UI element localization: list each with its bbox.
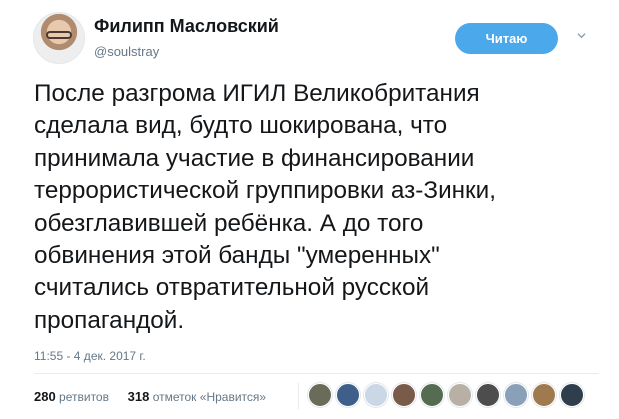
stats-divider [298, 383, 299, 409]
chevron-down-icon[interactable] [577, 31, 586, 40]
liker-avatar[interactable] [364, 383, 388, 407]
liker-avatar[interactable] [476, 383, 500, 407]
divider [34, 373, 599, 374]
tweet-text: После разгрома ИГИЛ Великобритания сдела… [34, 80, 497, 334]
liker-avatar[interactable] [560, 383, 584, 407]
author-handle[interactable]: @soulstray [94, 44, 159, 59]
liker-avatar[interactable] [420, 383, 444, 407]
liker-avatar[interactable] [392, 383, 416, 407]
liker-avatar[interactable] [308, 383, 332, 407]
liker-avatars [308, 383, 584, 407]
liker-avatar[interactable] [448, 383, 472, 407]
author-avatar[interactable] [33, 12, 85, 64]
avatar-glasses [46, 31, 72, 39]
liker-avatar[interactable] [504, 383, 528, 407]
likes-label[interactable]: отметок «Нравится» [153, 390, 266, 404]
tweet-stats: 280 ретвитов 318 отметок «Нравится» [34, 389, 266, 404]
author-name[interactable]: Филипп Масловский [94, 16, 279, 37]
likes-count[interactable]: 318 [128, 389, 150, 404]
tweet-timestamp[interactable]: 11:55 - 4 дек. 2017 г. [34, 349, 146, 363]
liker-avatar[interactable] [532, 383, 556, 407]
retweets-count[interactable]: 280 [34, 389, 56, 404]
liker-avatar[interactable] [336, 383, 360, 407]
following-button[interactable]: Читаю [455, 23, 558, 54]
retweets-label[interactable]: ретвитов [59, 390, 109, 404]
